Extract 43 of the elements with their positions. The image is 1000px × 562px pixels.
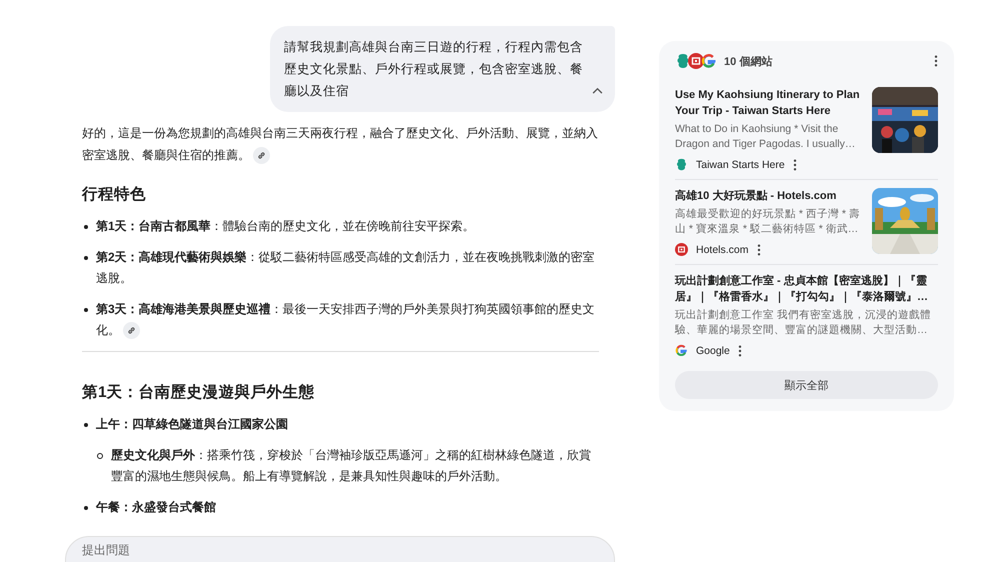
source-site-name: Google — [696, 344, 730, 356]
list-item-text: 第1天：台南古都風華：體驗台南的歷史文化，並在傍晚前往安平探索。 — [96, 218, 475, 235]
list-item-text: 歷史文化與戶外：搭乘竹筏，穿梭於「台灣袖珍版亞馬遜河」之稱的紅樹林綠色隧道，欣賞豐富的濕地生態與候鳥。船上有導覽解說，是兼具知性與趣味的戶外活動。 — [111, 447, 592, 485]
list-item-text: 午餐：永盛發台式餐館 — [96, 499, 216, 516]
answer-paragraph: 好的，這是一份為您規劃的高雄與台南三天兩夜行程，融合了歷史文化、戶外活動、展覽，並納入密室逃脫、餐廳與住宿的推薦。 — [82, 122, 599, 166]
list-item-text: 上午：四草綠色隧道與台江國家公園 — [96, 416, 288, 433]
bullet-icon — [97, 453, 103, 459]
bullet-icon — [84, 256, 88, 260]
prompt-input-field[interactable]: 提出問題 — [65, 536, 615, 562]
collapse-chevron-icon[interactable] — [592, 87, 603, 94]
link-icon — [257, 151, 266, 160]
google-logo-icon — [675, 344, 688, 357]
list-item-text: 第2天：高雄現代藝術與娛樂：從駁二藝術特區感受高雄的文創活力，並在夜晚挑戰刺激的密室逃脫。 — [96, 249, 596, 287]
link-icon — [127, 326, 136, 336]
source-title-link[interactable]: 玩出計劃創意工作室 - 忠貞本館【密室逃脫】｜『靈居』｜『格雷香水』｜『打勾勾』｜『泰洛爾號』… — [675, 273, 938, 305]
citation-link-button[interactable] — [253, 147, 270, 164]
bullet-icon — [84, 225, 88, 229]
source-site-name: Taiwan Starts Here — [696, 158, 785, 170]
source-site-name: Hotels.com — [696, 244, 749, 256]
show-all-button[interactable]: 顯示全部 — [675, 371, 938, 399]
hotel-logo-icon — [688, 53, 704, 69]
source-snippet: 玩出計劃創意工作室 我們有密室逃脫，沉浸的遊戲體驗、華麗的場景空間、豐富的謎題機關、大型活動… — [675, 308, 932, 338]
source-title-link[interactable]: 高雄10 大好玩景點 - Hotels.com — [675, 188, 864, 204]
source-snippet: What to Do in Kaohsiung * Visit the Dragon and Tiger Pagodas. I usually… — [675, 122, 856, 152]
more-options-icon[interactable] — [792, 158, 797, 170]
list-item-text: 第3天：高雄海港美景與歷史巡禮：最後一天安排西子灣的戶外美景與打狗英國領事館的歷史文化。 — [96, 299, 599, 341]
source-count: 10 個網站 — [724, 54, 772, 68]
user-message-text: 請幫我規劃高雄與台南三日遊的行程，行程內需包含歷史文化景點、戶外行程或展覽，包含密室逃脫、餐廳以及住宿 — [284, 39, 584, 100]
hotel-logo-icon — [675, 243, 688, 256]
more-options-icon[interactable] — [934, 55, 938, 67]
section-heading: 行程特色 — [82, 185, 147, 205]
source-snippet: 高雄最受歡迎的好玩景點 * 西子灣 * 壽山 * 寶來溫泉 * 駁二藝術特區 * 衛武… — [675, 207, 861, 237]
more-options-icon[interactable] — [738, 344, 742, 356]
bullet-icon — [84, 506, 88, 510]
bullet-icon — [84, 308, 88, 312]
source-title-link[interactable]: Use My Kaohsiung Itinerary to Plan Your Trip - Taiwan Starts Here — [675, 87, 864, 119]
section-heading: 第1天：台南歷史漫遊與戶外生態 — [82, 382, 316, 403]
bullet-icon — [84, 423, 88, 427]
more-options-icon[interactable] — [756, 244, 761, 256]
site-logo-icon — [675, 53, 691, 69]
citation-link-button[interactable] — [123, 322, 140, 340]
site-logo-icon — [675, 158, 688, 171]
google-logo-icon — [701, 53, 717, 69]
